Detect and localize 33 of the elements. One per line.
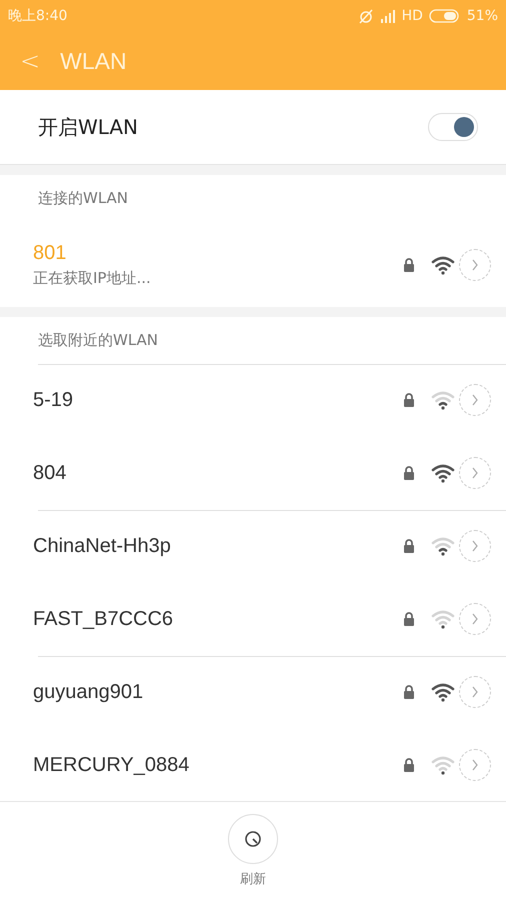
refresh-label: 刷新 xyxy=(240,871,266,888)
network-name: FAST_B7CCC6 xyxy=(33,608,174,630)
network-name: MERCURY_0884 xyxy=(33,754,190,776)
network-row[interactable]: 801 正在获取IP地址... xyxy=(0,221,506,307)
battery-level: 51% xyxy=(466,8,498,24)
network-name: 804 xyxy=(33,462,66,484)
refresh-button[interactable] xyxy=(228,814,278,864)
section-heading: 选取附近的WLAN xyxy=(37,330,160,350)
chevron-right-icon xyxy=(471,258,479,270)
network-name: 5-19 xyxy=(33,388,74,412)
network-type: HD xyxy=(402,8,423,24)
signal-icon xyxy=(380,9,396,23)
section-heading: 连接的WLAN xyxy=(37,188,130,208)
chevron-right-icon xyxy=(471,540,479,552)
status-time: 晚上8:40 xyxy=(8,7,68,25)
network-row[interactable]: 804 xyxy=(0,436,506,509)
network-name: 801 xyxy=(33,242,68,264)
chevron-right-icon xyxy=(471,686,479,698)
network-name: ChinaNet-Hh3p xyxy=(33,534,171,558)
connection-status: 正在获取IP地址... xyxy=(33,268,151,288)
wlan-switch[interactable] xyxy=(428,113,478,141)
chevron-right-icon xyxy=(471,467,479,479)
refresh-icon xyxy=(243,829,263,849)
network-row[interactable]: MERCURY_0884 xyxy=(0,728,506,801)
battery-icon xyxy=(428,9,461,23)
network-name: guyuang901 xyxy=(33,680,144,704)
chevron-right-icon xyxy=(471,759,479,771)
page-title: WLAN xyxy=(60,48,127,74)
chevron-right-icon xyxy=(471,613,479,625)
network-row[interactable]: FAST_B7CCC6 xyxy=(0,582,506,655)
chevron-right-icon xyxy=(471,394,479,406)
alarm-off-icon xyxy=(358,8,374,24)
wlan-label: 开启WLAN xyxy=(38,114,138,140)
